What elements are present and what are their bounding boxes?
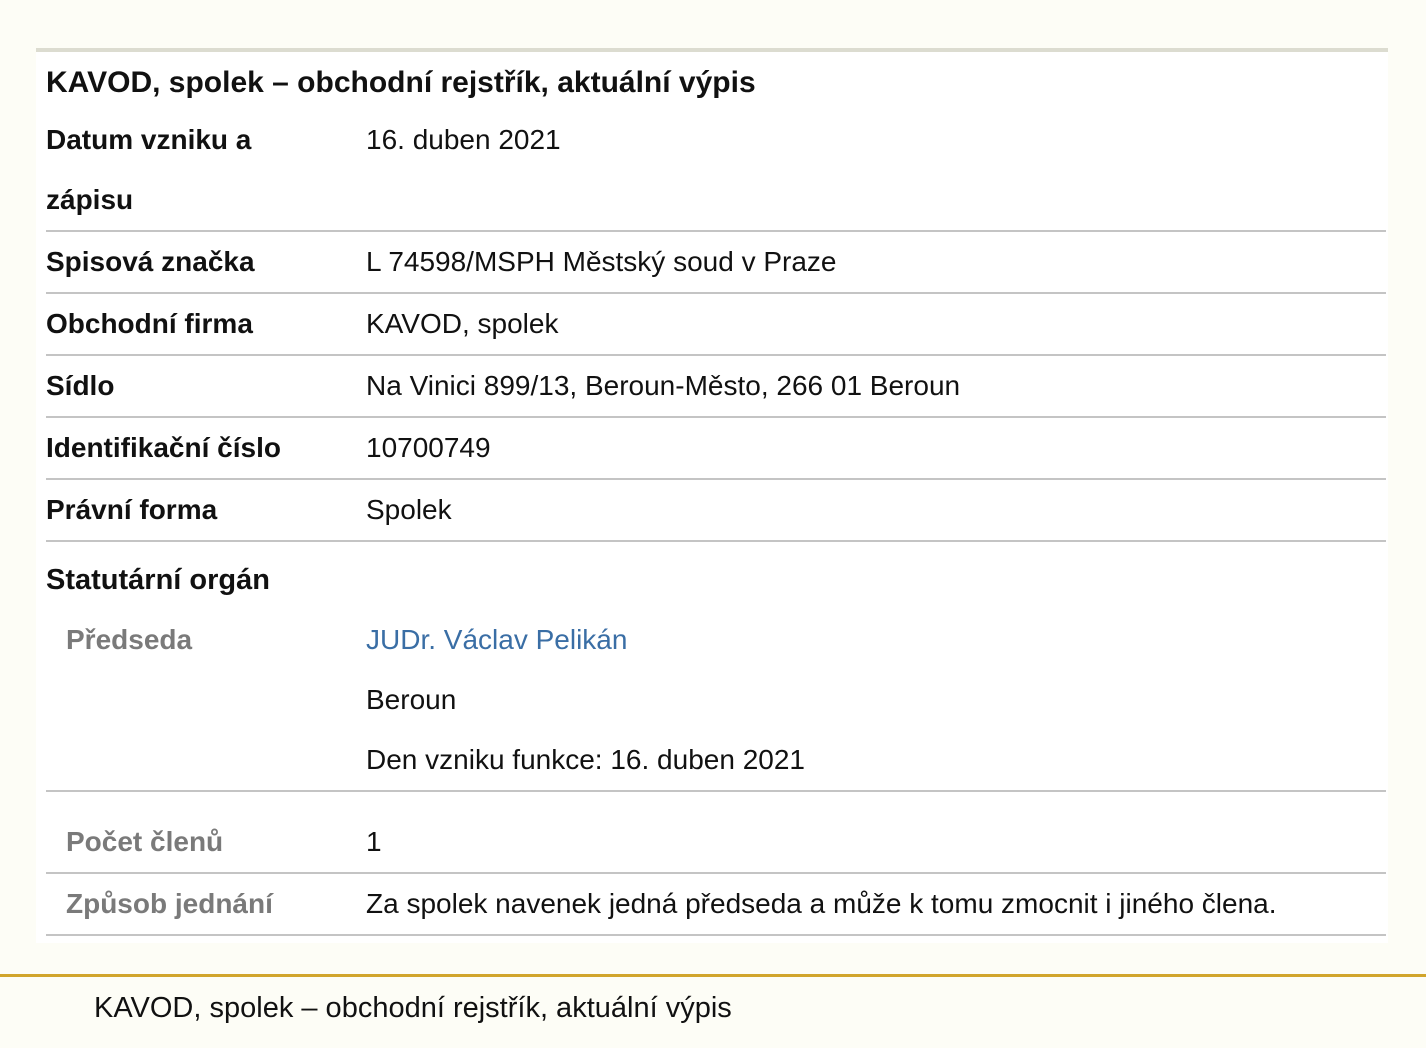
value-pravni-forma: Spolek: [366, 494, 452, 525]
value-spisova: L 74598/MSPH Městský soud v Praze: [366, 246, 837, 277]
footer-caption: KAVOD, spolek – obchodní rejstřík, aktuá…: [94, 992, 732, 1024]
label-spisova: Spisová značka: [46, 246, 255, 277]
value-pocet-clenu: 1: [366, 826, 382, 857]
value-firma: KAVOD, spolek: [366, 308, 559, 339]
row-divider: [46, 540, 1386, 542]
label-pocet-clenu: Počet členů: [66, 826, 224, 857]
value-ico: 10700749: [366, 432, 491, 463]
label-zpusob-jednani: Způsob jednání: [66, 888, 273, 919]
label-predseda: Předseda: [66, 624, 193, 655]
row-divider: [46, 934, 1386, 936]
predseda-name-link[interactable]: JUDr. Václav Pelikán: [366, 624, 627, 656]
row-divider: [46, 416, 1386, 418]
page-title: KAVOD, spolek – obchodní rejstřík, aktuá…: [46, 66, 756, 99]
value-sidlo: Na Vinici 899/13, Beroun-Město, 266 01 B…: [366, 370, 961, 401]
row-divider: [46, 790, 1386, 792]
label-ico: Identifikační číslo: [46, 432, 281, 463]
row-divider: [46, 292, 1386, 294]
predseda-since: Den vzniku funkce: 16. duben 2021: [366, 744, 805, 775]
row-divider: [46, 872, 1386, 874]
label-sidlo: Sídlo: [46, 370, 115, 401]
value-datum: 16. duben 2021: [366, 124, 561, 155]
row-divider: [46, 354, 1386, 356]
footer-divider: [0, 974, 1426, 977]
predseda-city: Beroun: [366, 684, 457, 715]
label-datum-line1: Datum vzniku a: [46, 124, 252, 155]
section-heading-statutarni: Statutární orgán: [46, 564, 270, 596]
label-pravni-forma: Právní forma: [46, 494, 218, 525]
extract-card: KAVOD, spolek – obchodní rejstřík, aktuá…: [36, 48, 1388, 943]
row-divider: [46, 230, 1386, 232]
value-zpusob-jednani: Za spolek navenek jedná předseda a může …: [366, 888, 1277, 919]
row-divider: [46, 478, 1386, 480]
label-datum-line2: zápisu: [46, 184, 134, 215]
label-firma: Obchodní firma: [46, 308, 253, 339]
